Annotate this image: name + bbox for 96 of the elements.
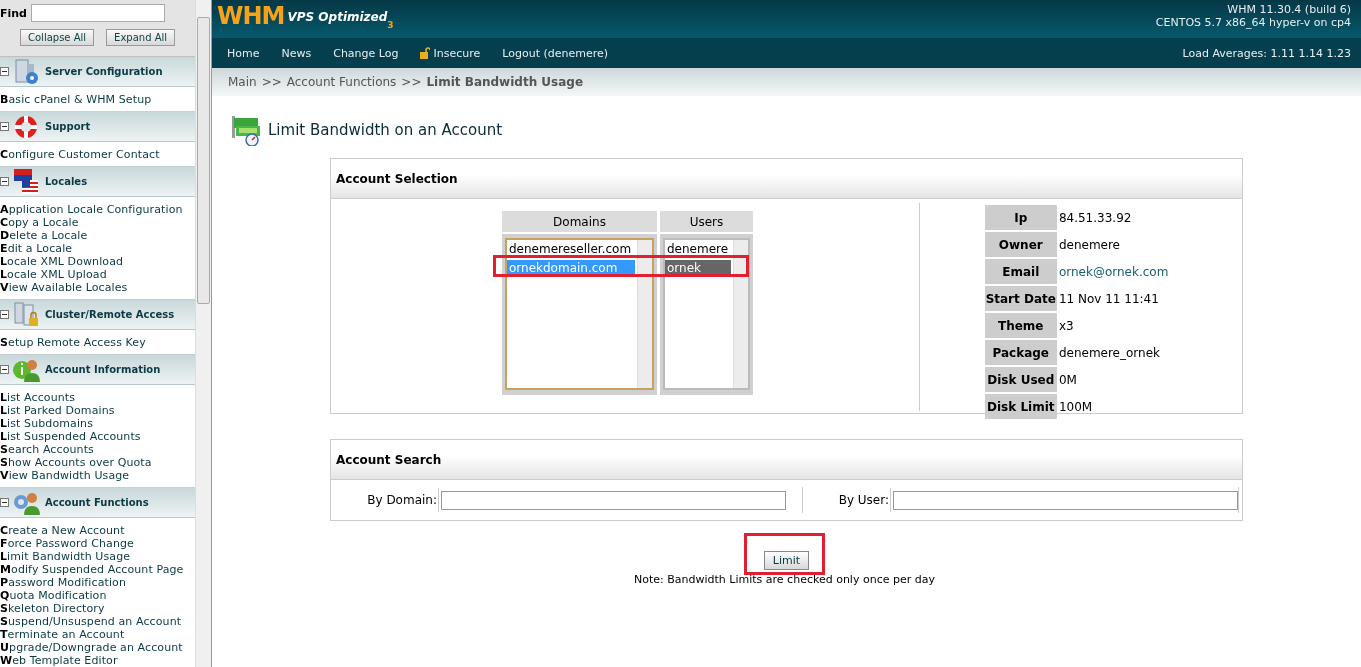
server-gear-icon [12,57,40,86]
breadcrumb-separator: >> [261,75,282,89]
nav-link[interactable]: News [281,46,312,60]
sidebar-link[interactable]: Setup Remote Access Key [0,336,146,349]
collapse-icon[interactable] [0,67,9,76]
sidebar-link[interactable]: List Suspended Accounts [0,430,141,443]
nav-link[interactable]: Home [227,46,260,60]
list-option[interactable]: denemereseller.com [507,241,637,257]
sidebar-link[interactable]: Web Template Editor [0,654,118,667]
breadcrumb-separator: >> [401,75,422,89]
sidebar-button[interactable]: Collapse All [20,29,95,46]
load-averages: Load Averages: 1.11 1.14 1.23 [1182,46,1351,60]
logo-subtitle: VPS Optimized [287,10,388,24]
lock-icon [420,47,431,59]
note-text: Note: Bandwidth Limits are checked only once per day [634,573,935,586]
column-header: Domains [502,211,657,234]
flags-icon [12,167,40,196]
table-header: Theme [984,313,1057,338]
text-field[interactable] [893,490,1238,510]
sidebar-button[interactable]: Expand All [106,29,176,46]
sidebar-link[interactable]: Locale XML Download [0,255,124,268]
collapse-icon[interactable] [0,122,9,131]
sidebar-link[interactable]: Copy a Locale [0,216,79,229]
table-header: Disk Limit [984,394,1057,419]
sidebar-link[interactable]: List Accounts [0,391,76,404]
find-label: Find [0,6,27,20]
sidebar-link[interactable]: View Bandwidth Usage [0,469,130,482]
nav-link[interactable]: Insecure [420,46,481,60]
table-cell: denemere [1058,237,1120,252]
table-cell: x3 [1058,318,1074,333]
list-option[interactable]: denemere [665,241,733,257]
sidebar-link[interactable]: Terminate an Account [0,628,125,641]
section-header[interactable]: Locales [0,167,196,197]
servers-lock-icon [12,300,40,329]
system-text: CENTOS 5.7 x86_64 hyper-v on cp4 [1155,16,1351,29]
sidebar-link[interactable]: Upgrade/Downgrade an Account [0,641,183,654]
table-cell: 0M [1058,372,1077,387]
text-field[interactable] [441,490,786,510]
sidebar-link[interactable]: Limit Bandwidth Usage [0,550,131,563]
collapse-icon[interactable] [0,498,9,507]
table-header: Start Date [984,286,1057,311]
logo-text: WHM [217,2,285,30]
logo-version: 3 [387,20,394,30]
section-header[interactable]: Cluster/Remote Access [0,300,196,330]
collapse-icon[interactable] [0,365,9,374]
sidebar-link[interactable]: Modify Suspended Account Page [0,563,184,576]
scrollbar[interactable] [733,240,748,388]
table-cell: denemere_ornek [1058,345,1160,360]
field-label: By User: [838,488,891,512]
sidebar-link[interactable]: Edit a Locale [0,242,73,255]
sidebar-link[interactable]: Basic cPanel & WHM Setup [0,93,152,106]
table-header: Owner [984,232,1057,257]
field-label: By Domain: [367,488,439,512]
sidebar-link[interactable]: Quota Modification [0,589,107,602]
version-text: WHM 11.30.4 (build 6) [1226,3,1351,16]
section-header[interactable]: Account Information [0,355,196,385]
table-header: Email [984,259,1057,284]
sidebar-link[interactable]: Suspend/Unsuspend an Account [0,615,182,628]
breadcrumb-link[interactable]: Main [228,75,257,89]
table-cell: 100M [1058,399,1093,414]
collapse-icon[interactable] [0,310,9,319]
section-header[interactable]: Server Configuration [0,57,196,87]
breadcrumb-link[interactable]: Account Functions [286,75,397,89]
sidebar-link[interactable]: Create a New Account [0,524,125,537]
sidebar-link[interactable]: Show Accounts over Quota [0,456,152,469]
find-field[interactable] [31,4,165,22]
section-header[interactable]: Account Functions [0,488,196,518]
section-header[interactable]: Support [0,112,196,142]
table-header: Package [984,340,1057,365]
sidebar-link[interactable]: Password Modification [0,576,126,589]
column-header: Users [660,211,753,234]
domain-list[interactable]: denemereseller.com ornekdomain.com [505,238,654,390]
page-title: Limit Bandwidth on an Account [268,121,503,139]
table-header: Disk Used [984,367,1057,392]
breadcrumb-current: Limit Bandwidth Usage [426,75,584,89]
email-link[interactable]: ornek@ornek.com [1058,264,1169,279]
sidebar-link[interactable]: Locale XML Upload [0,268,107,281]
nav-link[interactable]: Change Log [333,46,399,60]
sidebar-link[interactable]: List Parked Domains [0,404,115,417]
sidebar-link[interactable]: View Available Locales [0,281,128,294]
nav-link[interactable]: Logout (denemere) [502,46,609,60]
table-header: Ip [984,205,1057,230]
table-cell: 84.51.33.92 [1058,210,1132,225]
scrollbar[interactable] [195,0,211,667]
sidebar-link[interactable]: Force Password Change [0,537,134,550]
scrollbar[interactable] [637,240,652,388]
limit-button[interactable]: Limit [763,551,810,570]
sidebar-link[interactable]: List Subdomains [0,417,93,430]
sidebar-link[interactable]: Application Locale Configuration [0,203,183,216]
user-list[interactable]: denemere ornek [663,238,750,390]
sidebar-link[interactable]: Search Accounts [0,443,94,456]
sidebar-link[interactable]: Configure Customer Contact [0,148,160,161]
collapse-icon[interactable] [0,177,9,186]
table-cell: 11 Nov 11 11:41 [1058,291,1159,306]
sidebar-link[interactable]: Skeleton Directory [0,602,105,615]
sidebar-link[interactable]: Delete a Locale [0,229,88,242]
